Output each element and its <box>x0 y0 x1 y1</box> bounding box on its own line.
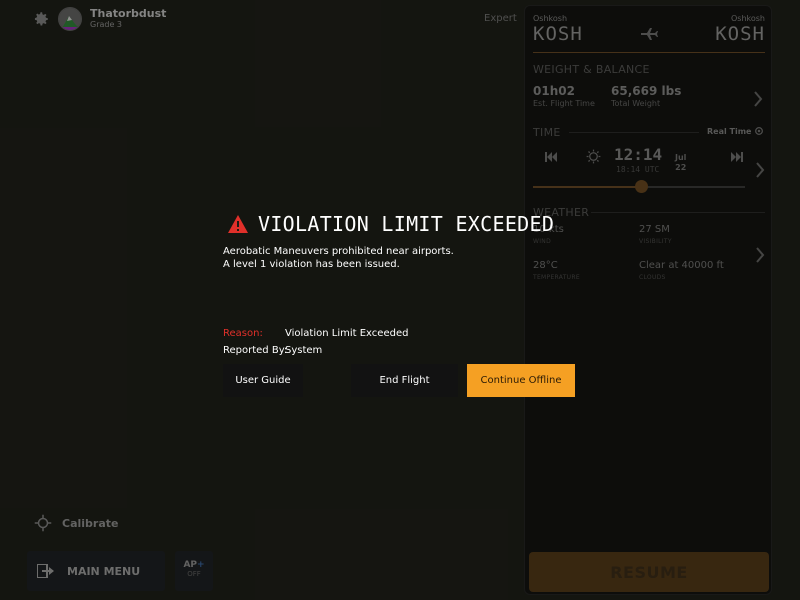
alert-header: VIOLATION LIMIT EXCEEDED <box>228 212 554 236</box>
modal-backdrop <box>0 0 800 600</box>
end-flight-button[interactable]: End Flight <box>351 364 458 397</box>
user-guide-button[interactable]: User Guide <box>223 364 303 397</box>
reported-by-value: System <box>285 345 323 356</box>
alert-message-line-1: Aerobatic Maneuvers prohibited near airp… <box>223 246 454 257</box>
continue-offline-button[interactable]: Continue Offline <box>467 364 575 397</box>
alert-message-line-2: A level 1 violation has been issued. <box>223 259 400 270</box>
alert-title: VIOLATION LIMIT EXCEEDED <box>258 212 555 236</box>
reason-label: Reason: <box>223 328 263 339</box>
reported-by-label: Reported By: <box>223 345 288 356</box>
reason-value: Violation Limit Exceeded <box>285 328 409 339</box>
warning-icon <box>228 215 248 233</box>
